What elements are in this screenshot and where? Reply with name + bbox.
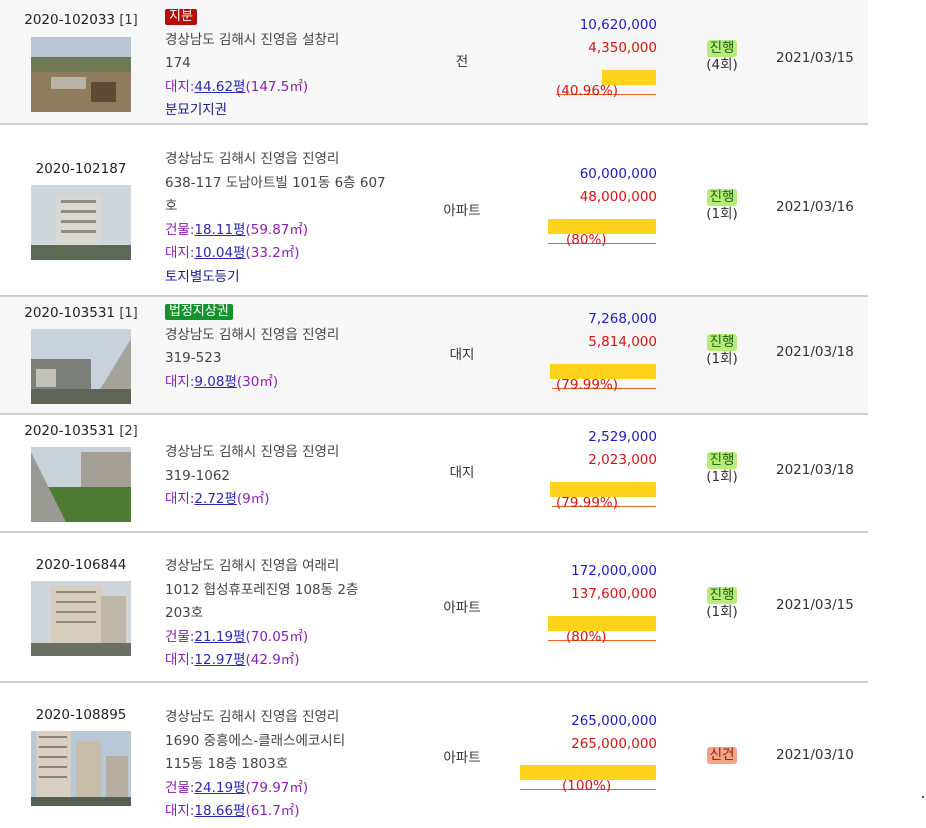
- ratio-text: (80%): [566, 232, 607, 248]
- price-block: 10,620,000 4,350,000: [500, 14, 657, 60]
- ratio-text: (100%): [562, 778, 612, 794]
- photo-apartment: [31, 581, 131, 656]
- case-number[interactable]: 2020-102033 [1]: [0, 12, 162, 28]
- address-link[interactable]: 경상남도 김해시 진영읍 진영리: [165, 441, 427, 465]
- property-type: 전: [455, 54, 469, 70]
- price-block: 172,000,000 137,600,000: [500, 560, 657, 606]
- property-photo[interactable]: [31, 581, 131, 656]
- minimum-bid: 265,000,000: [571, 736, 657, 752]
- case-number[interactable]: 2020-103531 [1]: [0, 305, 162, 321]
- land-area: 대지:12.97평(42.9㎡): [165, 652, 300, 668]
- legal-surface-right-badge: 법정지상권: [165, 304, 233, 320]
- note-tag: 분묘기지권: [165, 102, 228, 118]
- table-row[interactable]: 2020-102033 [1] 지분 경상남도 김해시 진영읍 설창리 174 …: [0, 0, 868, 125]
- property-type: 아파트: [443, 750, 481, 766]
- address-link[interactable]: 경상남도 김해시 진영읍 진영리: [165, 324, 427, 348]
- table-row[interactable]: 2020-106844 경상남도 김해시 진영읍 여래리 1012 협성휴포레진…: [0, 533, 868, 683]
- address-link[interactable]: 경상남도 김해시 진영읍 진영리: [165, 706, 427, 730]
- table-row[interactable]: 2020-102187 경상남도 김해시 진영읍 진영리 638-117 도남아…: [0, 125, 868, 297]
- ratio-text: (80%): [566, 629, 607, 645]
- property-photo[interactable]: [31, 185, 131, 260]
- table-row[interactable]: 2020-103531 [2] 경상남도 김해시 진영읍 진영리 319-106…: [0, 415, 868, 533]
- property-type: 아파트: [443, 600, 481, 616]
- auction-status: 진행 (1회): [706, 587, 738, 620]
- address-link[interactable]: 경상남도 김해시 진영읍 설창리: [165, 29, 427, 53]
- price-block: 265,000,000 265,000,000: [500, 710, 657, 756]
- property-photo[interactable]: [31, 447, 131, 522]
- property-photo[interactable]: [31, 37, 131, 112]
- property-photo[interactable]: [31, 329, 131, 404]
- photo-house: [31, 329, 131, 404]
- appraisal-price: 2,529,000: [588, 429, 657, 445]
- building-area: 건물:18.11평(59.87㎡): [165, 221, 309, 238]
- case-number[interactable]: 2020-103531 [2]: [0, 423, 162, 439]
- minimum-bid: 2,023,000: [588, 452, 657, 468]
- appraisal-price: 265,000,000: [571, 713, 657, 729]
- land-area: 대지:2.72평(9㎡): [165, 491, 270, 507]
- minimum-bid: 4,350,000: [588, 40, 657, 56]
- auction-status: 진행 (1회): [706, 189, 738, 222]
- photo-apartment: [31, 185, 131, 260]
- case-number[interactable]: 2020-102187: [0, 161, 162, 177]
- address-link[interactable]: 경상남도 김해시 진영읍 진영리: [165, 148, 427, 172]
- address-block: 법정지상권 경상남도 김해시 진영읍 진영리 319-523 대지:9.08평(…: [165, 300, 427, 394]
- address-block: 경상남도 김해시 진영읍 진영리 1690 중흥에스-클래스에코시티 115동 …: [165, 706, 427, 824]
- auction-date: 2021/03/18: [776, 462, 854, 478]
- minimum-bid: 5,814,000: [588, 334, 657, 350]
- share-badge: 지분: [165, 9, 197, 25]
- building-area: 건물:24.19평(79.97㎡): [165, 779, 309, 796]
- auction-date: 2021/03/16: [776, 199, 854, 215]
- address-block: 경상남도 김해시 진영읍 진영리 319-1062 대지:2.72평(9㎡): [165, 441, 427, 512]
- appraisal-price: 7,268,000: [588, 311, 657, 327]
- auction-date: 2021/03/18: [776, 344, 854, 360]
- note-tag: 토지별도등기: [165, 268, 240, 285]
- photo-apartment: [31, 731, 131, 806]
- price-block: 2,529,000 2,023,000: [500, 426, 657, 472]
- auction-date: 2021/03/15: [776, 597, 854, 613]
- minimum-bid: 48,000,000: [579, 189, 657, 205]
- appraisal-price: 60,000,000: [579, 166, 657, 182]
- property-type: 대지: [449, 347, 475, 363]
- price-block: 7,268,000 5,814,000: [500, 308, 657, 354]
- table-row[interactable]: 2020-108895 경상남도 김해시 진영읍 진영리 1690 중흥에스-클…: [0, 683, 868, 828]
- address-block: 경상남도 김해시 진영읍 진영리 638-117 도남아트빌 101동 6층 6…: [165, 148, 427, 289]
- case-number[interactable]: 2020-106844: [0, 557, 162, 573]
- price-block: 60,000,000 48,000,000: [500, 163, 657, 209]
- ratio-text: (79.99%): [556, 377, 619, 393]
- building-area: 건물:21.19평(70.05㎡): [165, 628, 309, 645]
- minimum-bid: 137,600,000: [571, 586, 657, 602]
- auction-date: 2021/03/10: [776, 747, 854, 763]
- auction-status: 신건: [700, 747, 744, 764]
- auction-status: 진행 (1회): [706, 334, 738, 367]
- property-type: 아파트: [443, 203, 481, 219]
- appraisal-price: 172,000,000: [571, 563, 657, 579]
- property-photo[interactable]: [31, 731, 131, 806]
- auction-date: 2021/03/15: [776, 50, 854, 66]
- appraisal-price: 10,620,000: [579, 17, 657, 33]
- land-area: 대지:9.08평(30㎡): [165, 373, 279, 390]
- land-area: 대지:18.66평(61.7㎡): [165, 803, 300, 819]
- address-link[interactable]: 경상남도 김해시 진영읍 여래리: [165, 555, 427, 579]
- ratio-text: (40.96%): [556, 83, 619, 99]
- address-block: 경상남도 김해시 진영읍 여래리 1012 협성휴포레진영 108동 2층 20…: [165, 555, 427, 673]
- photo-garden: [31, 447, 131, 522]
- land-area: 대지:10.04평(33.2㎡): [165, 245, 300, 261]
- address-block: 지분 경상남도 김해시 진영읍 설창리 174 대지:44.62평(147.5㎡…: [165, 5, 427, 123]
- ratio-text: (79.99%): [556, 495, 619, 511]
- auction-status: 진행 (1회): [706, 452, 738, 485]
- table-row[interactable]: 2020-103531 [1] 법정지상권 경상남도 김해시 진영읍 진영리 3…: [0, 297, 868, 415]
- stray-dot: [922, 796, 924, 798]
- auction-status: 진행 (4회): [706, 40, 738, 73]
- case-number[interactable]: 2020-108895: [0, 707, 162, 723]
- property-type: 대지: [449, 465, 475, 481]
- photo-farmland: [31, 37, 131, 112]
- land-area: 대지:44.62평(147.5㎡): [165, 78, 309, 95]
